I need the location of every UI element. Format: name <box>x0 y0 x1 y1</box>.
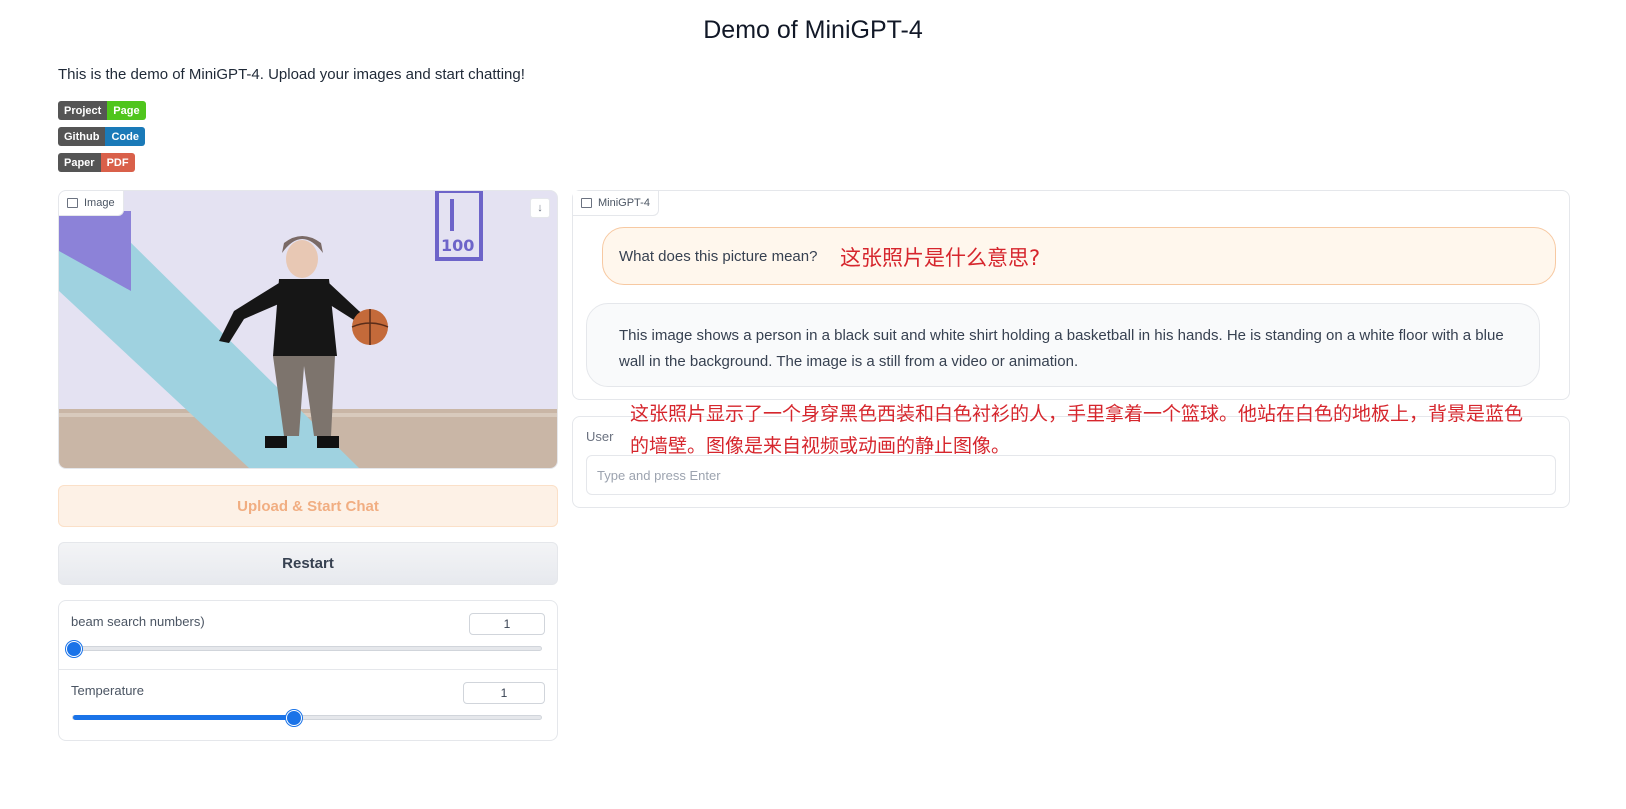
beam-search-label: beam search numbers) <box>71 614 205 629</box>
paper-pdf-badge[interactable]: Paper PDF <box>58 153 135 172</box>
badge-value: Page <box>107 101 146 120</box>
answer-translation-annotation: 这张照片显示了一个身穿黑色西装和白色衬衫的人，手里拿着一个篮球。他站在白色的地板… <box>630 403 1524 457</box>
beam-search-slider[interactable] <box>66 641 542 657</box>
temperature-setting: Temperature 1 <box>59 670 557 738</box>
slider-thumb[interactable] <box>285 710 302 726</box>
chatbot-label-text: MiniGPT-4 <box>598 197 650 209</box>
badge-value: Code <box>105 127 145 146</box>
restart-button[interactable]: Restart <box>58 542 558 585</box>
beam-search-setting: beam search numbers) 1 <box>59 601 557 670</box>
project-page-badge[interactable]: Project Page <box>58 101 146 120</box>
image-upload-panel[interactable]: Image ↓ 100 <box>58 190 558 469</box>
image-panel-label: Image <box>59 191 124 216</box>
badge-key: Github <box>58 127 106 146</box>
badge-value: PDF <box>100 153 135 172</box>
uploaded-photo: 100 <box>59 191 557 468</box>
page-title: Demo of MiniGPT-4 <box>703 16 923 44</box>
user-message: What does this picture mean? <box>602 227 1556 285</box>
svg-text:100: 100 <box>441 236 474 255</box>
upload-start-chat-button[interactable]: Upload & Start Chat <box>58 485 558 527</box>
bot-message: This image shows a person in a black sui… <box>586 303 1540 387</box>
beam-search-number-input[interactable]: 1 <box>469 613 545 635</box>
slider-fill <box>73 715 293 720</box>
chat-icon <box>581 198 592 208</box>
download-icon[interactable]: ↓ <box>530 198 550 218</box>
temperature-number-input[interactable]: 1 <box>463 682 545 704</box>
chatbot-label: MiniGPT-4 <box>573 191 659 216</box>
badge-key: Paper <box>58 153 101 172</box>
chatbot-panel: MiniGPT-4 What does this picture mean? T… <box>572 190 1570 400</box>
user-input-label: User <box>586 429 614 444</box>
slider-thumb[interactable] <box>66 641 82 657</box>
badge-key: Project <box>58 101 108 120</box>
github-code-badge[interactable]: Github Code <box>58 127 145 146</box>
question-translation-annotation: 这张照片是什么意思? <box>840 246 1041 270</box>
image-label-text: Image <box>84 197 115 209</box>
page-description: This is the demo of MiniGPT-4. Upload yo… <box>58 66 525 83</box>
temperature-slider[interactable] <box>72 710 542 726</box>
settings-panel: beam search numbers) 1 Temperature 1 <box>58 600 558 741</box>
image-icon <box>67 198 78 208</box>
temperature-label: Temperature <box>71 683 144 698</box>
